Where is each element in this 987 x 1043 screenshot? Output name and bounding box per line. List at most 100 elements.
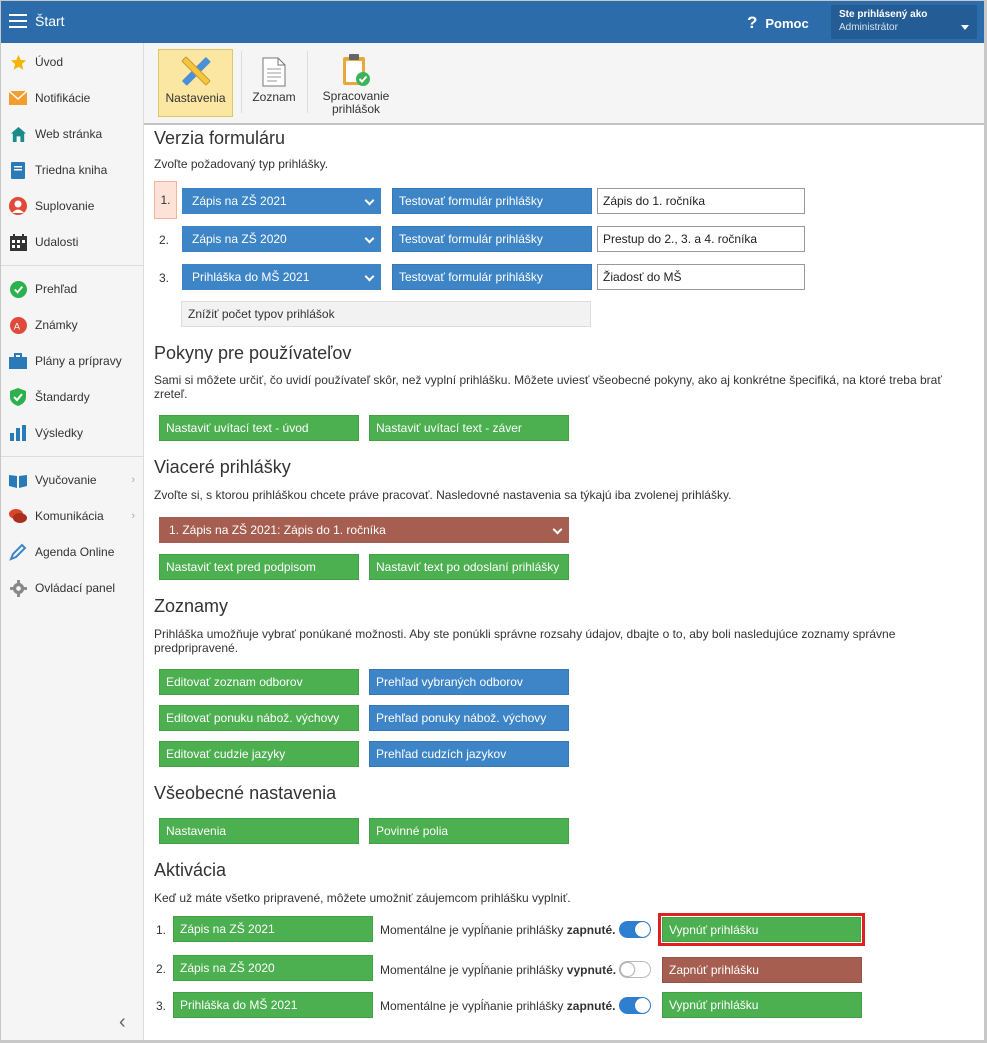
row-number: 1.	[156, 923, 167, 937]
person-icon	[9, 197, 27, 215]
form-type-select-1[interactable]: Zápis na ZŠ 2021	[182, 188, 381, 214]
sidebar-item-label: Web stránka	[35, 127, 103, 141]
intro-text-button[interactable]: Nastaviť uvítací text - úvod	[159, 415, 359, 441]
activation-toggle-2[interactable]	[619, 961, 651, 978]
section-description: Keď už máte všetko pripravené, môžete um…	[154, 891, 571, 905]
sidebar-item-plany[interactable]: Plány a prípravy	[1, 343, 143, 379]
envelope-icon	[9, 89, 27, 107]
view-religion-button[interactable]: Prehľad ponuky nábož. výchovy	[369, 705, 569, 731]
section-title-lists: Zoznamy	[154, 596, 229, 616]
bar-chart-icon	[9, 424, 27, 442]
general-settings-button[interactable]: Nastavenia	[159, 818, 359, 844]
sidebar-item-label: Prehľad	[35, 282, 78, 296]
user-menu[interactable]: Ste prihlásený ako Administrátor	[831, 5, 977, 39]
chevron-right-icon: ›	[131, 474, 135, 486]
svg-text:A: A	[13, 321, 20, 332]
row-number: 3.	[156, 999, 167, 1013]
disable-form-button-3[interactable]: Vypnúť prihlášku	[662, 992, 862, 1018]
after-send-text-button[interactable]: Nastaviť text po odoslaní prihlášky	[369, 554, 569, 580]
sidebar-item-vyucovanie[interactable]: Vyučovanie ›	[1, 462, 143, 498]
enable-form-button-2[interactable]: Zapnúť prihlášku	[662, 957, 862, 983]
row-number: 3.	[159, 271, 170, 285]
toolbar-processing-button[interactable]: Spracovanie prihlášok	[314, 49, 398, 117]
divider	[1, 456, 143, 457]
activation-form-name-3: Prihláška do MŠ 2021	[173, 992, 373, 1018]
divider	[1, 265, 143, 266]
section-title-activation: Aktivácia	[154, 860, 227, 880]
sidebar-item-label: Ovládací panel	[35, 581, 116, 595]
divider	[241, 51, 242, 113]
sidebar-item-notifikacie[interactable]: Notifikácie	[1, 80, 143, 116]
sidebar-item-ovladaci-panel[interactable]: Ovládací panel	[1, 570, 143, 606]
chevron-down-icon	[552, 524, 563, 535]
toolbar-list-button[interactable]: Zoznam	[248, 49, 300, 117]
test-form-button-1[interactable]: Testovať formulár prihlášky	[392, 188, 592, 214]
sidebar-item-label: Agenda Online	[35, 545, 115, 559]
status-state: zapnuté.	[566, 923, 616, 937]
sidebar-item-komunikacia[interactable]: Komunikácia ›	[1, 498, 143, 534]
sidebar-item-standardy[interactable]: Štandardy	[1, 379, 143, 415]
sidebar-item-web[interactable]: Web stránka	[1, 116, 143, 152]
toolbar-settings-button[interactable]: Nastavenia	[158, 49, 233, 117]
disable-form-button-1[interactable]: Vypnúť prihlášku	[662, 917, 861, 942]
calendar-icon	[9, 233, 27, 251]
test-form-button-3[interactable]: Testovať formulár prihlášky	[392, 264, 592, 290]
sidebar-item-label: Plány a prípravy	[35, 354, 122, 368]
activation-status-3: Momentálne je vypĺňanie prihlášky zapnut…	[380, 999, 615, 1013]
open-book-icon	[9, 471, 27, 489]
active-form-select[interactable]: 1. Zápis na ZŠ 2021: Zápis do 1. ročníka	[159, 517, 569, 543]
collapse-sidebar-icon[interactable]: ‹	[119, 1011, 126, 1034]
sidebar-item-vysledky[interactable]: Výsledky	[1, 415, 143, 451]
help-button[interactable]: ? Pomoc	[747, 13, 809, 33]
section-description: Prihláška umožňuje vybrať ponúkané možno…	[154, 627, 896, 641]
status-prefix: Momentálne je vypĺňanie prihlášky	[380, 999, 564, 1013]
sidebar-item-agenda[interactable]: Agenda Online	[1, 534, 143, 570]
user-name: Administrátor	[839, 22, 898, 33]
sidebar-item-prehlad[interactable]: Prehľad	[1, 271, 143, 307]
outro-text-button[interactable]: Nastaviť uvítací text - záver	[369, 415, 569, 441]
sidebar-item-label: Vyučovanie	[35, 473, 97, 487]
pen-icon	[9, 543, 27, 561]
top-bar: Štart ? Pomoc Ste prihlásený ako Adminis…	[1, 1, 984, 43]
form-name-input-2[interactable]: Prestup do 2., 3. a 4. ročníka	[597, 226, 805, 252]
row-number: 2.	[159, 233, 170, 247]
star-icon	[9, 53, 27, 71]
gear-icon	[9, 579, 27, 597]
form-type-select-3[interactable]: Prihláška do MŠ 2021	[182, 264, 381, 290]
edit-religion-button[interactable]: Editovať ponuku nábož. výchovy	[159, 705, 359, 731]
chevron-right-icon: ›	[131, 510, 135, 522]
form-name-input-3[interactable]: Žiadosť do MŠ	[597, 264, 805, 290]
section-description-2: predpripravené.	[154, 641, 239, 655]
status-state: vypnuté.	[566, 963, 617, 977]
test-form-button-2[interactable]: Testovať formulár prihlášky	[392, 226, 592, 252]
view-languages-button[interactable]: Prehľad cudzích jazykov	[369, 741, 569, 767]
required-fields-button[interactable]: Povinné polia	[369, 818, 569, 844]
activation-toggle-3[interactable]	[619, 997, 651, 1014]
menu-icon[interactable]	[9, 14, 27, 28]
chevron-down-icon	[364, 195, 375, 206]
check-circle-icon	[9, 280, 27, 298]
chevron-down-icon	[364, 271, 375, 282]
select-value: 1. Zápis na ZŠ 2021: Zápis do 1. ročníka	[169, 523, 386, 537]
edit-languages-button[interactable]: Editovať cudzie jazyky	[159, 741, 359, 767]
reduce-form-types-button[interactable]: Znížiť počet typov prihlášok	[181, 301, 591, 327]
section-title-form-version: Verzia formuláru	[154, 128, 286, 148]
sidebar-item-label: Štandardy	[35, 390, 90, 404]
edit-fields-button[interactable]: Editovať zoznam odborov	[159, 669, 359, 695]
question-icon: ?	[747, 13, 758, 32]
section-title-multiple: Viaceré prihlášky	[154, 457, 291, 477]
sidebar-item-uvod[interactable]: Úvod	[1, 44, 143, 80]
sidebar-item-znamky[interactable]: A Známky	[1, 307, 143, 343]
activation-toggle-1[interactable]	[619, 921, 651, 938]
sidebar-item-suplovanie[interactable]: Suplovanie	[1, 188, 143, 224]
section-title-general: Všeobecné nastavenia	[154, 783, 337, 803]
form-type-select-2[interactable]: Zápis na ZŠ 2020	[182, 226, 381, 252]
sidebar-item-triedna-kniha[interactable]: Triedna kniha	[1, 152, 143, 188]
sidebar-item-label: Notifikácie	[35, 91, 91, 105]
view-fields-button[interactable]: Prehľad vybraných odborov	[369, 669, 569, 695]
shield-icon	[9, 388, 27, 406]
sidebar-item-udalosti[interactable]: Udalosti	[1, 224, 143, 260]
form-name-input-1[interactable]: Zápis do 1. ročníka	[597, 188, 805, 214]
before-sign-text-button[interactable]: Nastaviť text pred podpisom	[159, 554, 359, 580]
briefcase-icon	[9, 352, 27, 370]
